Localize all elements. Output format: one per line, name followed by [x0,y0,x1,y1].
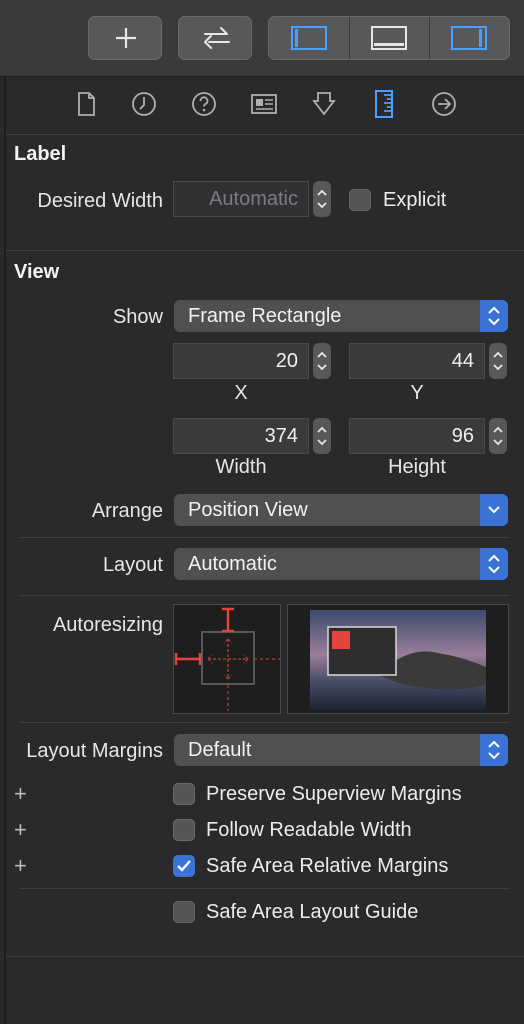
x-field[interactable]: 20 [173,343,309,379]
autoresizing-preview [287,604,509,714]
stepper-arrows-icon [317,426,327,446]
y-label: Y [410,382,424,404]
attributes-icon[interactable] [310,90,338,118]
layout-margins-popup[interactable]: Default [174,734,508,766]
x-label: X [234,382,248,404]
height-label: Height [388,456,446,478]
popup-arrows [480,548,508,580]
connections-icon[interactable] [430,90,458,118]
divider [20,537,510,538]
layout-margins-label: Layout Margins [26,740,163,762]
up-down-chevron-icon [488,306,500,326]
height-stepper[interactable] [489,418,507,454]
y-field[interactable]: 44 [349,343,485,379]
left-panel-icon [291,26,327,50]
plus-icon [116,28,136,48]
explicit-checkbox[interactable] [349,189,371,211]
toggle-right-panel-button[interactable] [430,17,509,59]
stepper-arrows-icon [317,351,327,371]
safe-area-layout-guide-label: Safe Area Layout Guide [206,901,419,923]
width-field[interactable]: 374 [173,418,309,454]
preview-landscape-image [310,610,486,710]
stepper-arrows-icon [317,189,327,209]
autoresizing-springs-icon [174,607,280,711]
divider [6,956,524,957]
show-value: Frame Rectangle [188,305,342,327]
file-icon[interactable] [72,90,100,118]
stepper-arrows-icon [493,351,503,371]
add-variation-button[interactable]: + [14,855,27,877]
panel-toggle-group [268,16,510,60]
panel-divider [4,76,6,1024]
help-icon[interactable] [190,90,218,118]
toolbar [0,0,524,77]
preserve-superview-margins-label: Preserve Superview Margins [206,783,462,805]
desired-width-stepper[interactable] [313,181,331,217]
explicit-label: Explicit [383,189,447,211]
swap-button[interactable] [178,16,252,60]
toggle-left-panel-button[interactable] [269,17,349,59]
autoresizing-label: Autoresizing [52,614,163,636]
layout-popup[interactable]: Automatic [174,548,508,580]
safe-area-relative-margins-label: Safe Area Relative Margins [206,855,449,877]
height-field[interactable]: 96 [349,418,485,454]
divider [6,134,524,135]
up-down-chevron-icon [488,554,500,574]
autoresizing-mask-editor[interactable] [173,604,281,714]
arrange-value: Position View [188,499,308,521]
right-panel-icon [451,26,487,50]
y-stepper[interactable] [489,343,507,379]
divider [20,722,510,723]
up-down-chevron-icon [488,740,500,760]
add-button[interactable] [88,16,162,60]
layout-label: Layout [102,554,163,576]
inspector-tab-bar [6,76,524,134]
x-stepper[interactable] [313,343,331,379]
width-label: Width [215,456,267,478]
follow-readable-width-checkbox[interactable] [173,819,195,841]
view-section-title: View [14,261,60,283]
arrows-left-right-icon [204,27,230,49]
checkmark-icon [177,860,191,872]
chevron-down-icon [488,506,500,514]
desired-width-label: Desired Width [37,190,163,212]
label-section-title: Label [14,143,67,165]
bottom-panel-icon [371,26,407,50]
show-label: Show [112,306,163,328]
divider [6,250,524,251]
add-variation-button[interactable]: + [14,819,27,841]
divider [20,888,510,889]
layout-margins-value: Default [188,739,252,761]
layout-value: Automatic [188,553,277,575]
toggle-bottom-panel-button[interactable] [350,17,429,59]
size-ruler-icon[interactable] [370,90,398,118]
history-icon[interactable] [130,90,158,118]
safe-area-relative-margins-checkbox[interactable] [173,855,195,877]
identity-icon[interactable] [250,90,278,118]
popup-arrows [480,494,508,526]
preserve-superview-margins-checkbox[interactable] [173,783,195,805]
width-stepper[interactable] [313,418,331,454]
arrange-label: Arrange [91,500,163,522]
stepper-arrows-icon [493,426,503,446]
popup-arrows [480,734,508,766]
desired-width-field[interactable]: Automatic [173,181,309,217]
popup-arrows [480,300,508,332]
show-popup[interactable]: Frame Rectangle [174,300,508,332]
add-variation-button[interactable]: + [14,783,27,805]
follow-readable-width-label: Follow Readable Width [206,819,412,841]
divider [20,595,510,596]
safe-area-layout-guide-checkbox[interactable] [173,901,195,923]
arrange-popup[interactable]: Position View [174,494,508,526]
